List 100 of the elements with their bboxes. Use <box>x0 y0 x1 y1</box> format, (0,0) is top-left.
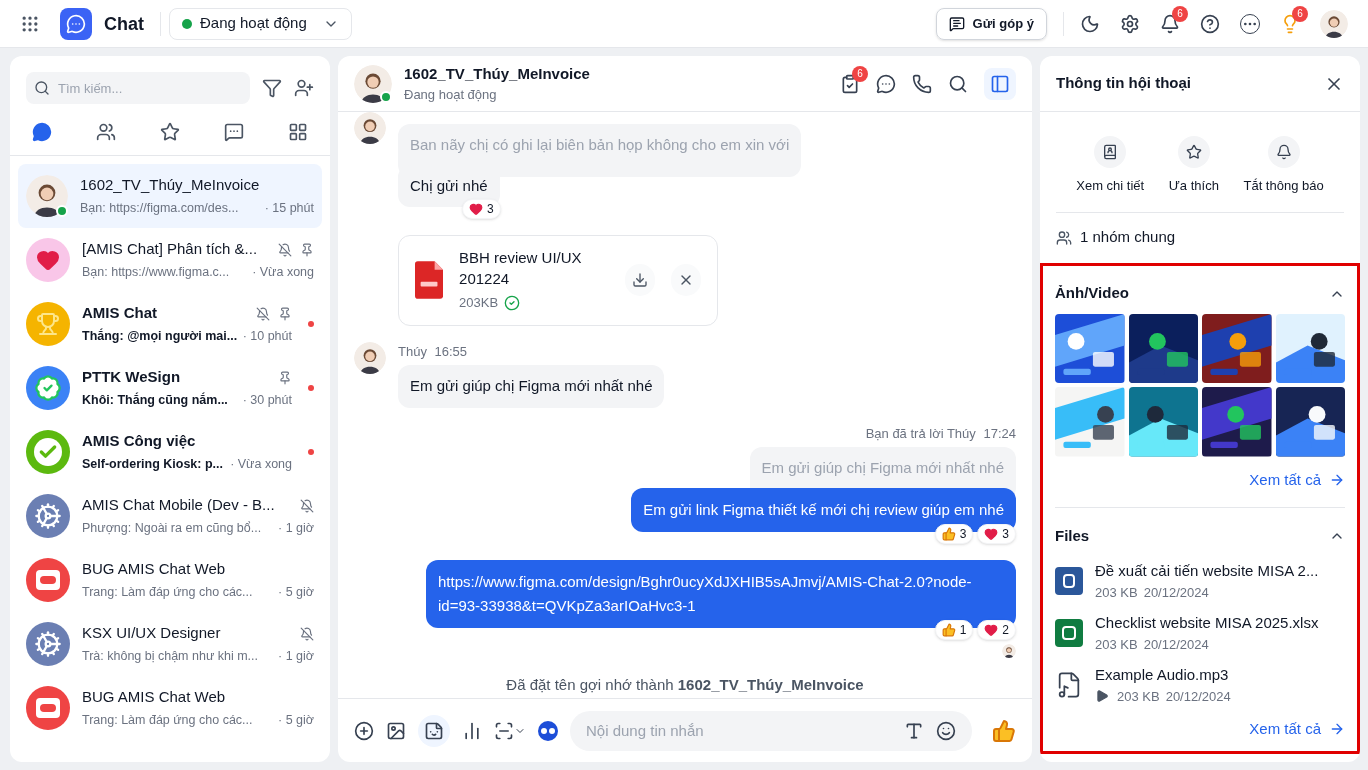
star-icon <box>1185 144 1202 160</box>
add-contact-icon[interactable] <box>294 78 314 98</box>
emoji-icon[interactable] <box>936 720 956 741</box>
dark-mode-icon[interactable] <box>1080 13 1100 34</box>
message-input[interactable]: Nội dung tin nhắn <box>570 710 972 751</box>
message-time: 17:24 <box>983 425 1016 441</box>
feedback-icon <box>948 15 965 32</box>
message-time: · 5 giờ <box>278 711 314 729</box>
last-message: Self-ordering Kiosk: p... <box>82 455 223 473</box>
panel-toggle-button[interactable] <box>984 67 1016 100</box>
heart-icon <box>469 202 483 216</box>
avatar <box>354 341 386 374</box>
gear-avatar <box>26 622 70 666</box>
count-badge: 6 <box>1172 5 1188 22</box>
conversation-item[interactable]: PTTK WeSign Khôi: Thắng cũng nắm... · 30 phút <box>18 356 322 420</box>
action-button[interactable]: Ưa thích <box>1168 136 1219 196</box>
conversation-item[interactable]: BUG AMIS Chat Web Trang: Làm đáp ứng cho các... · 5 giờ <box>18 676 322 740</box>
phone-icon[interactable] <box>912 73 932 94</box>
conversation-item[interactable]: AMIS Chat Mobile (Dev - B... Phượng: Ngoài ra em cũng bổ... · 1 giờ <box>18 484 322 548</box>
avatar <box>354 112 386 144</box>
group-icon <box>1056 229 1072 246</box>
file-date: 20/12/2024 <box>1143 583 1209 602</box>
file-name: Example Audio.mp3 <box>1095 665 1230 685</box>
avatar <box>1320 9 1348 38</box>
action-button[interactable]: Xem chi tiết <box>1076 136 1145 196</box>
file-card[interactable]: BBH review UI/UX 201224 203KB <box>398 235 718 326</box>
panel-title: Thông tin hội thoại <box>1056 73 1192 94</box>
contact-book-icon <box>1102 144 1119 160</box>
comment-icon[interactable] <box>876 73 896 94</box>
see-all-link[interactable]: Xem tất cả <box>1249 468 1345 491</box>
sos-avatar <box>26 686 70 730</box>
message-time: 16:55 <box>434 343 468 359</box>
file-item[interactable]: Đề xuất cải tiến website MISA 2... 203 KB 20/12/2024 <box>1055 560 1345 602</box>
message-time: · 1 giờ <box>278 519 314 537</box>
conversation-item[interactable]: KSX UI/UX Designer Trà: không bị chậm như khi m... · 1 giờ <box>18 612 322 676</box>
file-size: 203 KB <box>1095 635 1138 654</box>
contact-status: Đang hoạt động <box>404 86 498 104</box>
image-icon[interactable] <box>386 720 406 741</box>
help-icon[interactable] <box>1200 13 1220 34</box>
bell-icon <box>1275 144 1292 160</box>
message-time: · 15 phút <box>264 199 314 217</box>
contact-name: 1602_TV_Thúy_MeInvoice <box>404 63 591 84</box>
chats-icon <box>32 121 52 142</box>
message-time: · Vừa xong <box>230 455 292 473</box>
apps-icon <box>288 121 308 142</box>
sticker-button[interactable] <box>418 714 450 747</box>
last-message: Trang: Làm đáp ứng cho các... <box>82 583 253 601</box>
action-button[interactable]: Tắt thông báo <box>1243 136 1324 196</box>
search-field[interactable]: Tìm kiếm... <box>26 72 250 104</box>
file-name: Đề xuất cải tiến website MISA 2... <box>1095 561 1319 581</box>
heart-icon <box>984 622 999 637</box>
heart-avatar <box>26 238 70 282</box>
see-all-link[interactable]: Xem tất cả <box>1249 718 1345 741</box>
conversation-item[interactable]: BUG AMIS Chat Web Trang: Làm đáp ứng cho các... · 5 giờ <box>18 548 322 612</box>
file-name: BBH review UI/UX 201224 <box>459 248 583 289</box>
search-icon[interactable] <box>948 73 968 94</box>
conversation-item[interactable]: [AMIS Chat] Phân tích &... Bạn: https://www.figma.c... · Vừa xong <box>18 228 322 292</box>
message-time: · 10 phút <box>242 327 292 345</box>
last-message: Trà: không bị chậm như khi m... <box>82 647 259 665</box>
side-panel-icon <box>990 73 1010 94</box>
last-message: Trang: Làm đáp ứng cho các... <box>82 711 253 729</box>
last-message: Thắng: @mọi người mai... <box>82 327 238 345</box>
common-groups: 1 nhóm chung <box>1080 226 1176 249</box>
conversation-name: [AMIS Chat] Phân tích &... <box>82 239 258 260</box>
conversation-name: KSX UI/UX Designer <box>82 623 221 644</box>
bot-icon[interactable] <box>538 720 558 741</box>
conversation-item[interactable]: AMIS Công việc Self-ordering Kiosk: p... · Vừa xong <box>18 420 322 484</box>
check-avatar <box>26 430 70 474</box>
file-item[interactable]: Example Audio.mp3 203 KB 20/12/2024 <box>1055 664 1345 706</box>
conversation-item[interactable]: AMIS Chat Thắng: @mọi người mai... · 10 phút <box>18 292 322 356</box>
gear-avatar <box>26 494 70 538</box>
last-message: Phượng: Ngoài ra em cũng bổ... <box>82 519 262 537</box>
download-icon <box>632 272 649 289</box>
message-time: · 30 phút <box>242 391 292 409</box>
trophy-avatar <box>26 302 70 346</box>
chat-logo-icon <box>60 7 92 40</box>
filter-icon[interactable] <box>262 78 282 98</box>
excel-file-icon <box>1055 619 1083 647</box>
message-bubble: Em gửi giúp chị Figma mới nhất nhé <box>398 365 665 408</box>
file-date: 20/12/2024 <box>1143 635 1209 654</box>
conversation-name: BUG AMIS Chat Web <box>82 687 226 708</box>
contacts-icon <box>96 121 116 142</box>
thumbs-up-icon[interactable] <box>992 718 1016 743</box>
last-message: Khôi: Thắng cũng nắm... <box>82 391 228 409</box>
settings-icon[interactable] <box>1120 13 1140 34</box>
poll-icon[interactable] <box>462 720 482 741</box>
status-dropdown[interactable]: Đang hoạt động <box>169 7 352 40</box>
feedback-button[interactable]: Gửi góp ý <box>935 7 1047 40</box>
message-time: · Vừa xong <box>252 263 314 281</box>
reply-label: Bạn đã trả lời Thúy <box>865 425 976 441</box>
sender-name: Thúy <box>398 343 427 359</box>
play-icon[interactable] <box>1095 689 1109 704</box>
download-button[interactable] <box>625 264 656 297</box>
conversation-name: AMIS Chat <box>82 303 157 324</box>
add-icon[interactable] <box>354 720 374 741</box>
thumbs-up-icon <box>941 622 956 637</box>
screenshot-icon[interactable] <box>494 720 514 741</box>
conversation-item[interactable]: 1602_TV_Thúy_MeInvoice Bạn: https://figma.com/des... · 15 phút <box>18 164 322 228</box>
last-message: Bạn: https://figma.com/des... <box>80 199 239 217</box>
file-item[interactable]: Checklist website MISA 2025.xlsx 203 KB 20/12/2024 <box>1055 612 1345 654</box>
